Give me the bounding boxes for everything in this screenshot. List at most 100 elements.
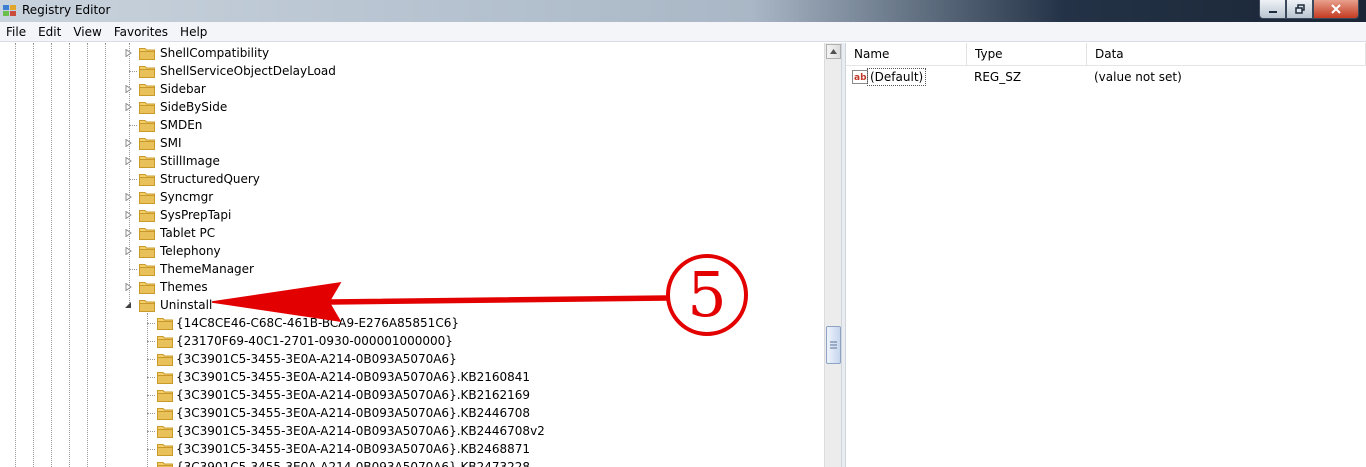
expander: [123, 66, 133, 76]
tree-node-label: Telephony: [160, 244, 221, 258]
menu-view[interactable]: View: [67, 22, 107, 42]
folder-icon: [157, 336, 173, 348]
folder-icon: [139, 246, 155, 258]
tree-node-telephony[interactable]: Telephony: [123, 242, 222, 260]
tree-node-syspreptapi[interactable]: SysPrepTapi: [123, 206, 232, 224]
expander[interactable]: [123, 300, 133, 310]
tree-connector: [147, 395, 155, 396]
folder-icon: [139, 138, 155, 150]
tree-node-uninstall-child[interactable]: {3C3901C5-3455-3E0A-A214-0B093A5070A6}.K…: [157, 422, 546, 440]
collapsed-arrow-icon: [125, 211, 132, 219]
expander[interactable]: [123, 192, 133, 202]
expander[interactable]: [123, 228, 133, 238]
collapsed-arrow-icon: [125, 193, 132, 201]
column-header-type[interactable]: Type: [967, 43, 1087, 66]
tree-node-label: Uninstall: [160, 298, 213, 312]
expander[interactable]: [123, 246, 133, 256]
expander: [123, 264, 133, 274]
tree-node-sidebar[interactable]: Sidebar: [123, 80, 207, 98]
tree-node-syncmgr[interactable]: Syncmgr: [123, 188, 214, 206]
tree-guide-line: [147, 313, 148, 467]
menu-edit[interactable]: Edit: [32, 22, 67, 42]
tree-node-label: SMI: [160, 136, 182, 150]
expander[interactable]: [123, 156, 133, 166]
folder-icon: [139, 210, 155, 222]
column-header-data[interactable]: Data: [1087, 43, 1366, 66]
folder-icon: [157, 354, 173, 366]
tree-node-label: {23170F69-40C1-2701-0930-000001000000}: [176, 334, 453, 348]
step-number: 5: [687, 258, 727, 331]
column-header-name[interactable]: Name: [846, 43, 967, 66]
tree-node-label: ShellServiceObjectDelayLoad: [160, 64, 336, 78]
expander[interactable]: [123, 210, 133, 220]
tree-node-thememanager[interactable]: ThemeManager: [123, 260, 255, 278]
scroll-up-button[interactable]: [826, 44, 841, 59]
folder-icon: [157, 318, 173, 330]
tree-node-structuredquery[interactable]: StructuredQuery: [123, 170, 261, 188]
tree-node-label: {3C3901C5-3455-3E0A-A214-0B093A5070A6}.K…: [176, 388, 531, 402]
tree-node-smden[interactable]: SMDEn: [123, 116, 203, 134]
close-button[interactable]: [1313, 0, 1359, 19]
minimize-button[interactable]: [1259, 0, 1286, 19]
values-pane[interactable]: Name Type Data ab (Default) REG_SZ (valu…: [846, 43, 1366, 467]
tree-node-uninstall-child[interactable]: {3C3901C5-3455-3E0A-A214-0B093A5070A6}.K…: [157, 458, 531, 467]
tree-node-sidebyside[interactable]: SideBySide: [123, 98, 228, 116]
registry-app-icon[interactable]: [2, 3, 18, 19]
tree-guide-line: [69, 43, 70, 467]
window-title: Registry Editor: [22, 3, 111, 17]
expander[interactable]: [123, 84, 133, 94]
tree-node-stillimage[interactable]: StillImage: [123, 152, 221, 170]
folder-icon: [139, 174, 155, 186]
menu-favorites[interactable]: Favorites: [108, 22, 174, 42]
tree-node-uninstall-child[interactable]: {23170F69-40C1-2701-0930-000001000000}: [157, 332, 454, 350]
string-value-icon: ab: [852, 70, 868, 84]
tree-node-uninstall-child[interactable]: {3C3901C5-3455-3E0A-A214-0B093A5070A6}.K…: [157, 404, 531, 422]
tree-node-uninstall-child[interactable]: {3C3901C5-3455-3E0A-A214-0B093A5070A6}.K…: [157, 440, 531, 458]
expander[interactable]: [123, 138, 133, 148]
collapsed-arrow-icon: [125, 85, 132, 93]
value-row[interactable]: ab (Default) REG_SZ (value not set): [846, 67, 1366, 87]
tree-node-label: {14C8CE46-C68C-461B-BCA9-E276A85851C6}: [176, 316, 459, 330]
close-icon: [1331, 4, 1341, 14]
tree-node-label: {3C3901C5-3455-3E0A-A214-0B093A5070A6}.K…: [176, 424, 545, 438]
folder-icon: [157, 426, 173, 438]
scroll-thumb[interactable]: [826, 326, 841, 364]
expander[interactable]: [123, 102, 133, 112]
grip-icon: [830, 341, 837, 349]
folder-icon: [139, 192, 155, 204]
tree-connector: [147, 359, 155, 360]
folder-icon: [139, 300, 155, 312]
tree-node-label: SideBySide: [160, 100, 228, 114]
menu-help[interactable]: Help: [174, 22, 213, 42]
tree-connector: [147, 431, 155, 432]
menu-file[interactable]: File: [0, 22, 32, 42]
restore-button[interactable]: [1286, 0, 1313, 19]
tree-node-smi[interactable]: SMI: [123, 134, 183, 152]
tree-node-label: StructuredQuery: [160, 172, 260, 186]
tree-node-label: SMDEn: [160, 118, 203, 132]
tree-node-themes[interactable]: Themes: [123, 278, 209, 296]
collapsed-arrow-icon: [125, 157, 132, 165]
tree-connector: [147, 323, 155, 324]
expander[interactable]: [123, 48, 133, 58]
tree-node-uninstall[interactable]: Uninstall: [123, 296, 213, 314]
tree-node-shellcompatibility[interactable]: ShellCompatibility: [123, 44, 270, 62]
tree-node-uninstall-child[interactable]: {3C3901C5-3455-3E0A-A214-0B093A5070A6}.K…: [157, 386, 531, 404]
tree-node-uninstall-child[interactable]: {3C3901C5-3455-3E0A-A214-0B093A5070A6}.K…: [157, 368, 531, 386]
tree-node-label: SysPrepTapi: [160, 208, 232, 222]
folder-icon: [139, 282, 155, 294]
tree-node-uninstall-child[interactable]: {3C3901C5-3455-3E0A-A214-0B093A5070A6}: [157, 350, 458, 368]
tree-connector: [147, 377, 155, 378]
expander[interactable]: [123, 282, 133, 292]
collapsed-arrow-icon: [125, 103, 132, 111]
folder-icon: [157, 390, 173, 402]
folder-icon: [157, 462, 173, 467]
tree-node-tablet-pc[interactable]: Tablet PC: [123, 224, 216, 242]
window-controls: [1259, 0, 1359, 19]
tree-node-shellserviceobjectdelayload[interactable]: ShellServiceObjectDelayLoad: [123, 62, 337, 80]
tree-vertical-scrollbar[interactable]: [824, 43, 841, 467]
value-data: (value not set): [1094, 70, 1182, 84]
tree-node-uninstall-child[interactable]: {14C8CE46-C68C-461B-BCA9-E276A85851C6}: [157, 314, 460, 332]
step-number-badge: 5: [666, 254, 748, 336]
menu-bar: File Edit View Favorites Help: [0, 22, 1366, 42]
